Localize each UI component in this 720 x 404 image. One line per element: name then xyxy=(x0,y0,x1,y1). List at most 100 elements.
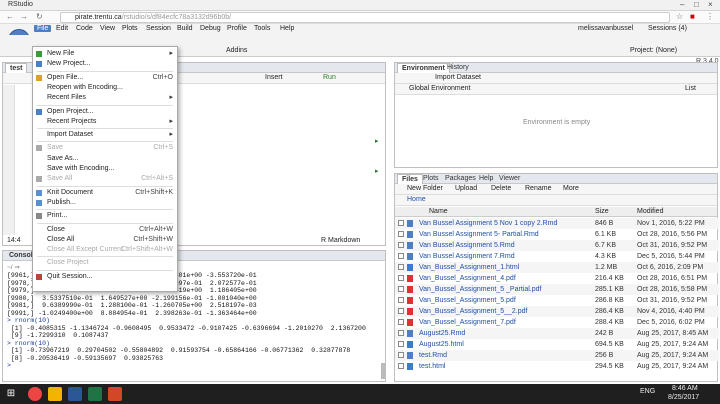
file-row[interactable]: Van_Bussel_Assignment_4.pdf 216.4 KB Oct 2… xyxy=(395,273,719,284)
file-menu-item-new-project[interactable]: New Project... xyxy=(33,59,177,69)
sessions-button[interactable]: Sessions (4) xyxy=(648,25,687,32)
folder-icon[interactable] xyxy=(48,387,62,401)
menu-edit[interactable]: Edit xyxy=(56,25,68,32)
back-icon[interactable]: ← xyxy=(6,12,14,21)
menu-code[interactable]: Code xyxy=(76,25,93,32)
delete-button[interactable]: Delete xyxy=(491,185,511,192)
file-checkbox[interactable] xyxy=(398,297,404,303)
file-menu-item-knit-document[interactable]: Knit Document Ctrl+Shift+K xyxy=(33,188,177,198)
menu-plots[interactable]: Plots xyxy=(122,25,138,32)
insert-button[interactable]: Insert xyxy=(265,74,283,81)
file-row[interactable]: Van_Bussel_Assignment_5 _Partial.pdf 285.… xyxy=(395,284,719,295)
file-row[interactable]: Van Bussel Assignment 7.Rmd 4.3 KB Dec 5, … xyxy=(395,251,719,262)
menu-session[interactable]: Session xyxy=(146,25,171,32)
home-link[interactable]: Home xyxy=(407,196,426,203)
file-name[interactable]: Van_Bussel_Assignment_1.html xyxy=(419,262,519,273)
file-menu-item-new-file[interactable]: New File ▸ xyxy=(33,49,177,59)
clock-date[interactable]: 8/25/2017 xyxy=(668,394,699,401)
file-row[interactable]: Van_Bussel_Assignment_1.html 1.2 MB Oct 6,… xyxy=(395,262,719,273)
list-view-selector[interactable]: List xyxy=(685,85,696,92)
language-indicator[interactable]: ENG xyxy=(640,388,655,395)
tab-history[interactable]: History xyxy=(443,63,473,73)
file-menu-item-open-project[interactable]: Open Project... xyxy=(33,107,177,117)
new-folder-button[interactable]: New Folder xyxy=(407,185,443,192)
menu-view[interactable]: View xyxy=(100,25,115,32)
file-menu-item-import-dataset[interactable]: Import Dataset ▸ xyxy=(33,130,177,140)
file-name[interactable]: Van_Bussel_Assignment_5 _Partial.pdf xyxy=(419,284,541,295)
file-name[interactable]: Van Bussel Assignment 5- Partial.Rmd xyxy=(419,229,539,240)
chrome-icon[interactable] xyxy=(28,387,42,401)
file-row[interactable]: Van_Bussel_Assignment_5__2.pdf 286.4 KB No… xyxy=(395,306,719,317)
file-name[interactable]: Van_Bussel_Assignment_5__2.pdf xyxy=(419,306,527,317)
file-row[interactable]: test.Rmd 256 B Aug 25, 2017, 9:24 AM xyxy=(395,350,719,361)
file-row[interactable]: test.html 294.5 KB Aug 25, 2017, 9:24 AM xyxy=(395,361,719,372)
file-menu-item-publish[interactable]: Publish... xyxy=(33,198,177,208)
file-menu-item-close-all[interactable]: Close All Ctrl+Shift+W xyxy=(33,235,177,245)
tab-viewer[interactable]: Viewer xyxy=(495,174,524,184)
file-menu-item-print[interactable]: Print... xyxy=(33,211,177,221)
menu-file[interactable]: File xyxy=(34,25,52,32)
menu-tools[interactable]: Tools xyxy=(254,25,270,32)
global-env-selector[interactable]: Global Environment xyxy=(409,85,470,92)
file-name[interactable]: August25.Rmd xyxy=(419,328,465,339)
file-name[interactable]: August25.html xyxy=(419,339,464,350)
browser-menu-icon[interactable]: ⋮ xyxy=(706,12,714,21)
file-checkbox[interactable] xyxy=(398,319,404,325)
file-row[interactable]: August25.html 694.5 KB Aug 25, 2017, 9:24 … xyxy=(395,339,719,350)
minimize-icon[interactable]: – xyxy=(680,0,684,9)
file-name[interactable]: test.html xyxy=(419,361,445,372)
forward-icon[interactable]: → xyxy=(20,12,28,21)
word-icon[interactable] xyxy=(68,387,82,401)
close-icon[interactable]: × xyxy=(708,0,713,9)
import-dataset-button[interactable]: Import Dataset xyxy=(435,74,481,81)
file-menu-item-quit-session[interactable]: Quit Session... xyxy=(33,272,177,282)
file-name[interactable]: test.Rmd xyxy=(419,350,447,361)
reload-icon[interactable]: ↻ xyxy=(36,12,43,21)
menu-help[interactable]: Help xyxy=(280,25,294,32)
file-row[interactable]: Van Bussel Assignment 5.Rmd 6.7 KB Oct 31,… xyxy=(395,240,719,251)
file-row[interactable]: August25.Rmd 242 B Aug 25, 2017, 8:45 AM xyxy=(395,328,719,339)
file-checkbox[interactable] xyxy=(398,330,404,336)
menu-profile[interactable]: Profile xyxy=(227,25,247,32)
file-name[interactable]: Van Bussel Assignment 5 Nov 1 copy 2.Rmd xyxy=(419,218,557,229)
run-chunk-icon[interactable]: ▸ xyxy=(375,137,379,145)
file-checkbox[interactable] xyxy=(398,242,404,248)
file-name[interactable]: Van_Bussel_Assignment_7.pdf xyxy=(419,317,516,328)
file-row[interactable]: Van Bussel Assignment 5- Partial.Rmd 6.1 … xyxy=(395,229,719,240)
rename-button[interactable]: Rename xyxy=(525,185,551,192)
file-name[interactable]: Van_Bussel_Assignment_4.pdf xyxy=(419,273,516,284)
upload-button[interactable]: Upload xyxy=(455,185,477,192)
file-checkbox[interactable] xyxy=(398,341,404,347)
file-checkbox[interactable] xyxy=(398,363,404,369)
file-checkbox[interactable] xyxy=(398,264,404,270)
file-menu-item-close[interactable]: Close Ctrl+Alt+W xyxy=(33,225,177,235)
file-menu-item-recent-projects[interactable]: Recent Projects ▸ xyxy=(33,117,177,127)
more-button[interactable]: More xyxy=(563,185,579,192)
file-menu-item-recent-files[interactable]: Recent Files ▸ xyxy=(33,93,177,103)
header-size[interactable]: Size xyxy=(595,208,609,215)
extension-icon[interactable]: ■ xyxy=(690,12,695,21)
maximize-icon[interactable]: □ xyxy=(694,0,699,9)
tab-packages[interactable]: Packages xyxy=(441,174,480,184)
file-row[interactable]: Van Bussel Assignment 5 Nov 1 copy 2.Rmd… xyxy=(395,218,719,229)
menu-build[interactable]: Build xyxy=(177,25,193,32)
powerpoint-icon[interactable] xyxy=(108,387,122,401)
file-checkbox[interactable] xyxy=(398,220,404,226)
file-name[interactable]: Van_Bussel_Assignment_5.pdf xyxy=(419,295,516,306)
header-name[interactable]: Name xyxy=(429,208,448,215)
file-checkbox[interactable] xyxy=(398,231,404,237)
file-row[interactable]: Van_Bussel_Assignment_5.pdf 286.8 KB Oct 3… xyxy=(395,295,719,306)
tab-plots[interactable]: Plots xyxy=(419,174,443,184)
file-checkbox[interactable] xyxy=(398,253,404,259)
file-name[interactable]: Van Bussel Assignment 7.Rmd xyxy=(419,251,515,262)
file-menu-item-save-as[interactable]: Save As... xyxy=(33,154,177,164)
project-selector[interactable]: Project: (None) xyxy=(630,47,677,54)
file-menu-item-save-with-encoding[interactable]: Save with Encoding... xyxy=(33,164,177,174)
addins-button[interactable]: Addins xyxy=(226,47,247,54)
menu-debug[interactable]: Debug xyxy=(200,25,221,32)
url-field[interactable]: pirate.trentu.ca/rstudio/s/df84ecfc78a31… xyxy=(60,12,670,23)
file-menu-item-open-file[interactable]: Open File... Ctrl+O xyxy=(33,73,177,83)
file-checkbox[interactable] xyxy=(398,275,404,281)
windows-start-icon[interactable]: ⊞ xyxy=(4,387,18,401)
console-scrollbar[interactable] xyxy=(381,363,386,379)
